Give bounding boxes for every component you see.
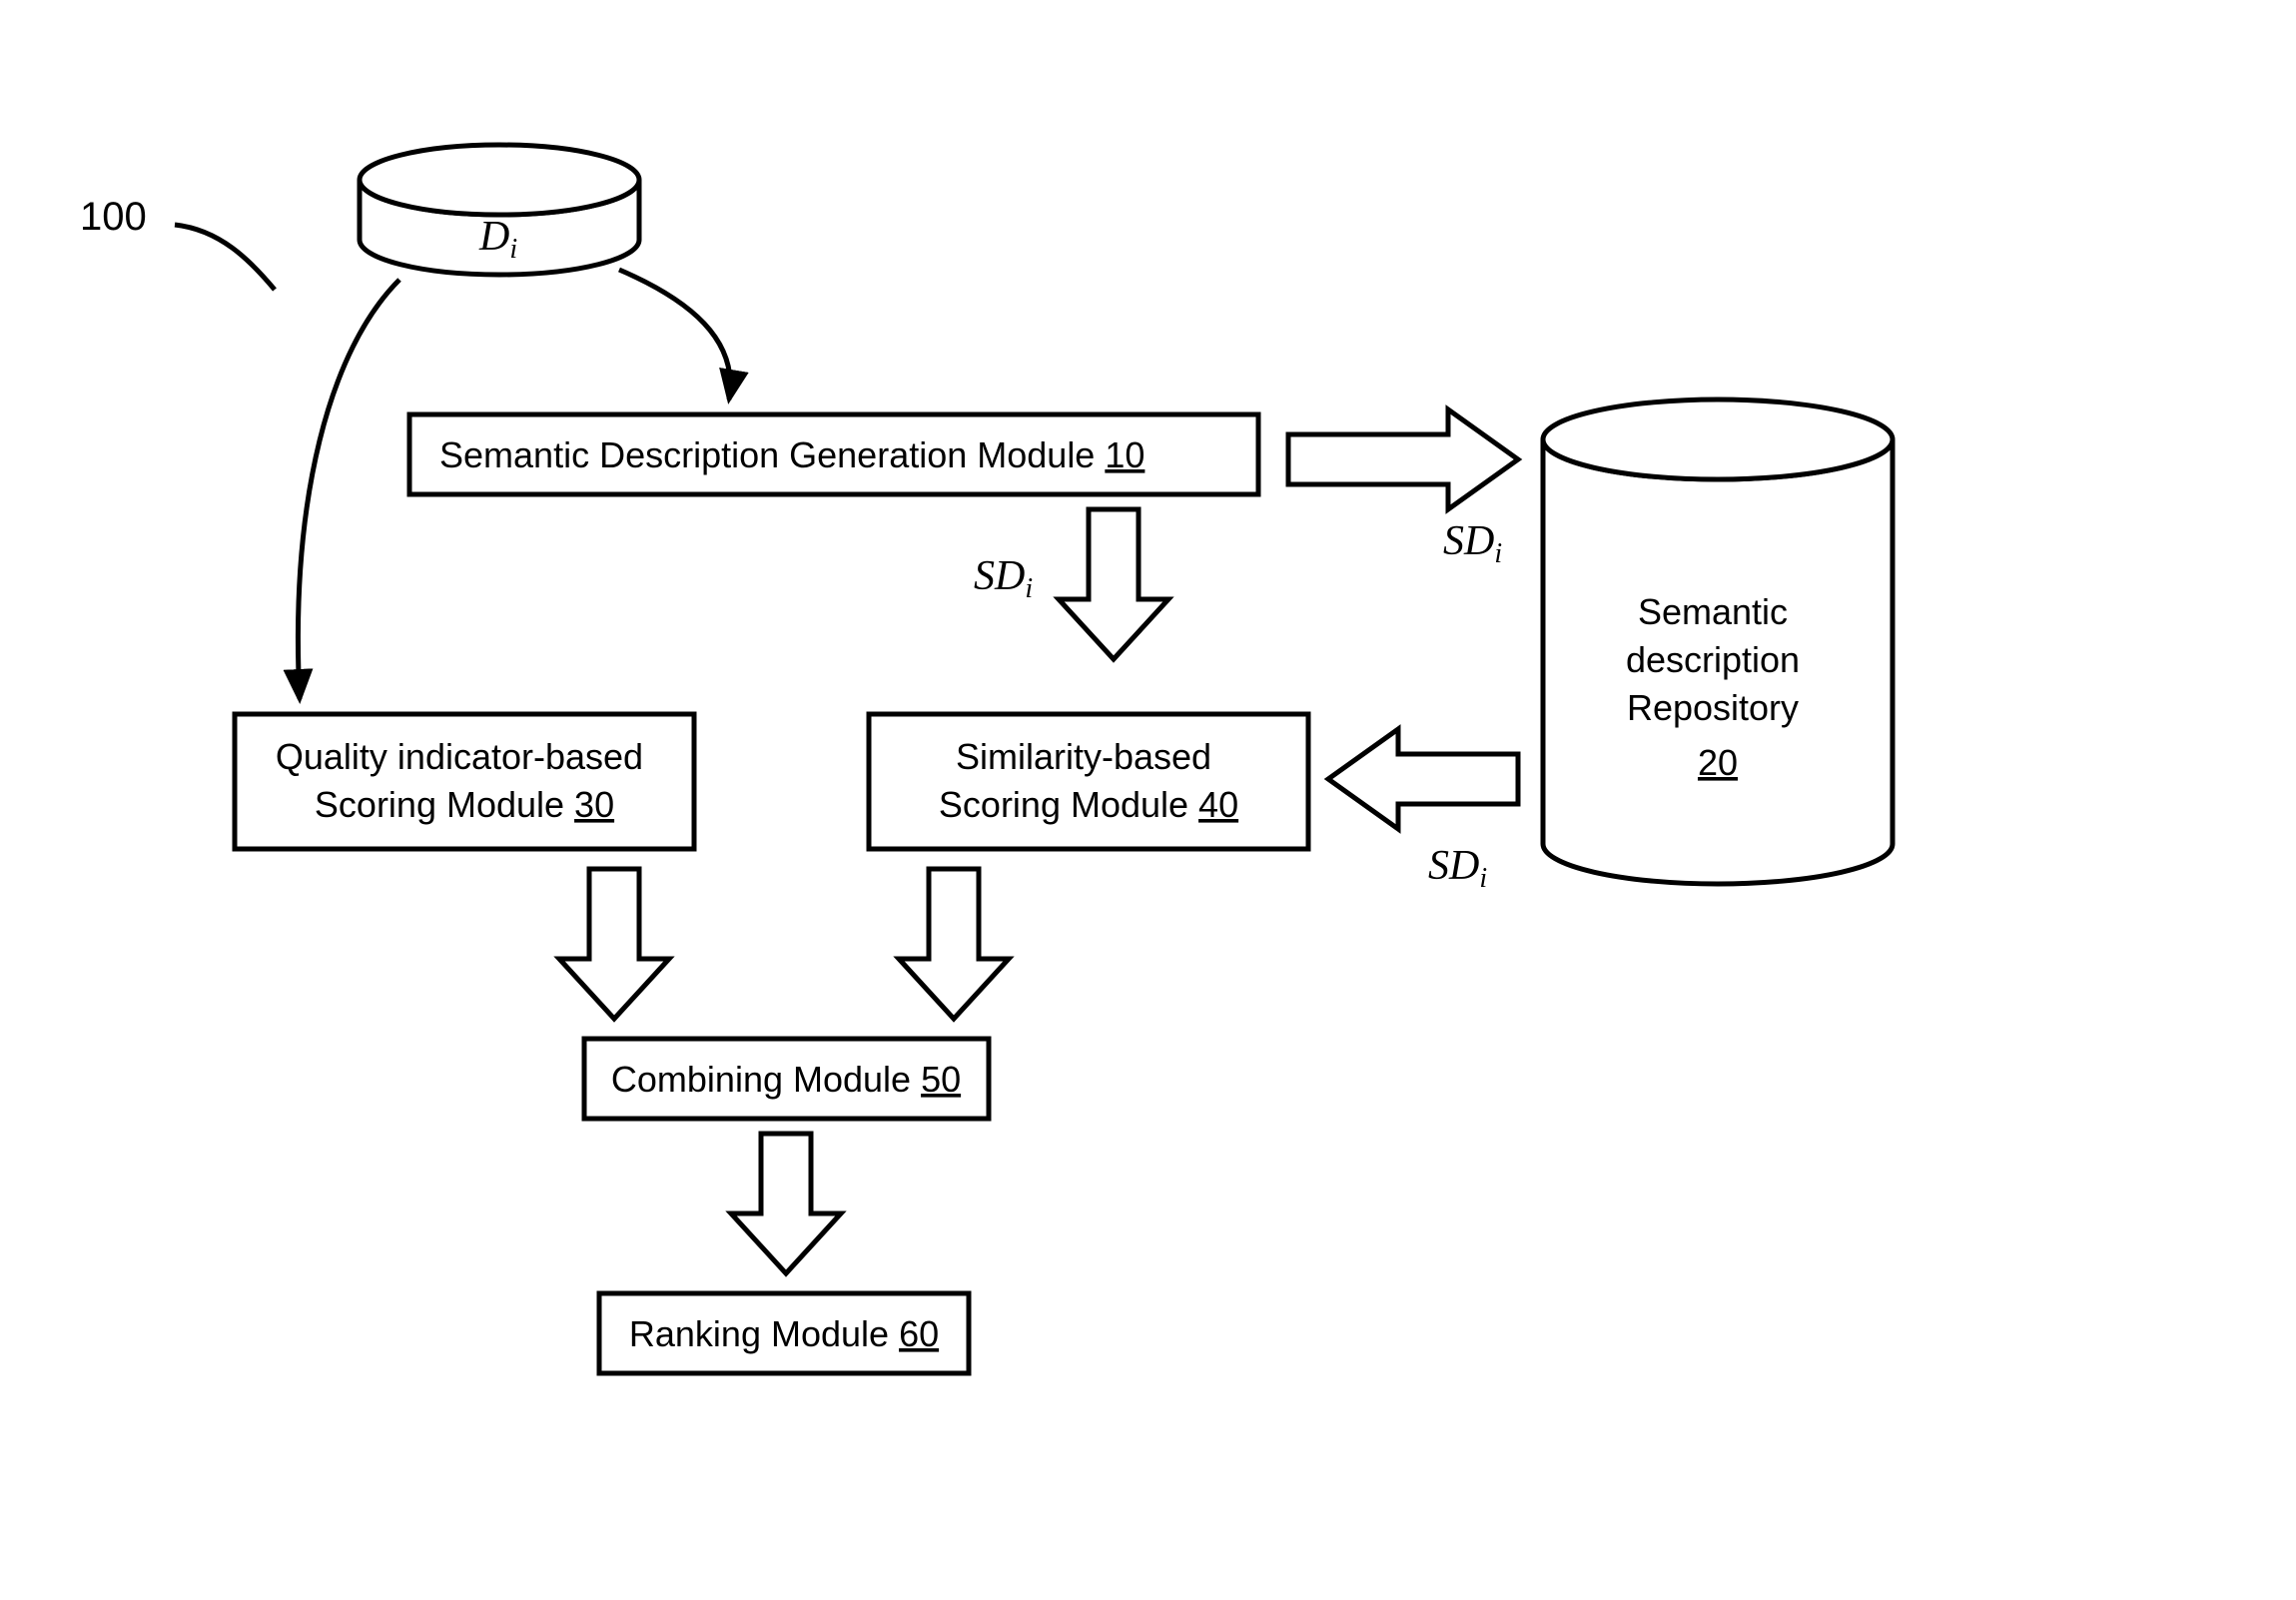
block-arrow-similarity-to-combining: [899, 869, 1009, 1019]
figure-number-label: 100: [80, 195, 147, 239]
block-arrow-semgen-to-repo: [1288, 409, 1518, 509]
sdi-label-2: SDi: [1443, 518, 1502, 569]
block-arrow-combining-to-ranking: [731, 1134, 841, 1273]
sdi-label-3: SDi: [1428, 843, 1487, 894]
semgen-text: Semantic Description Generation Module 1…: [439, 434, 1145, 475]
similarity-box: [869, 714, 1308, 849]
arrow-di-to-semgen: [619, 270, 730, 400]
quality-box: [235, 714, 694, 849]
sdi-label-1: SDi: [974, 553, 1033, 604]
ranking-text: Ranking Module 60: [629, 1313, 939, 1354]
arrow-di-to-quality: [298, 280, 399, 699]
block-arrow-repo-to-similarity: [1328, 729, 1518, 829]
figure-number-pointer: [175, 225, 275, 290]
block-arrow-semgen-to-similarity: [1059, 509, 1168, 659]
combining-text: Combining Module 50: [611, 1059, 961, 1100]
block-arrow-quality-to-combining: [559, 869, 669, 1019]
